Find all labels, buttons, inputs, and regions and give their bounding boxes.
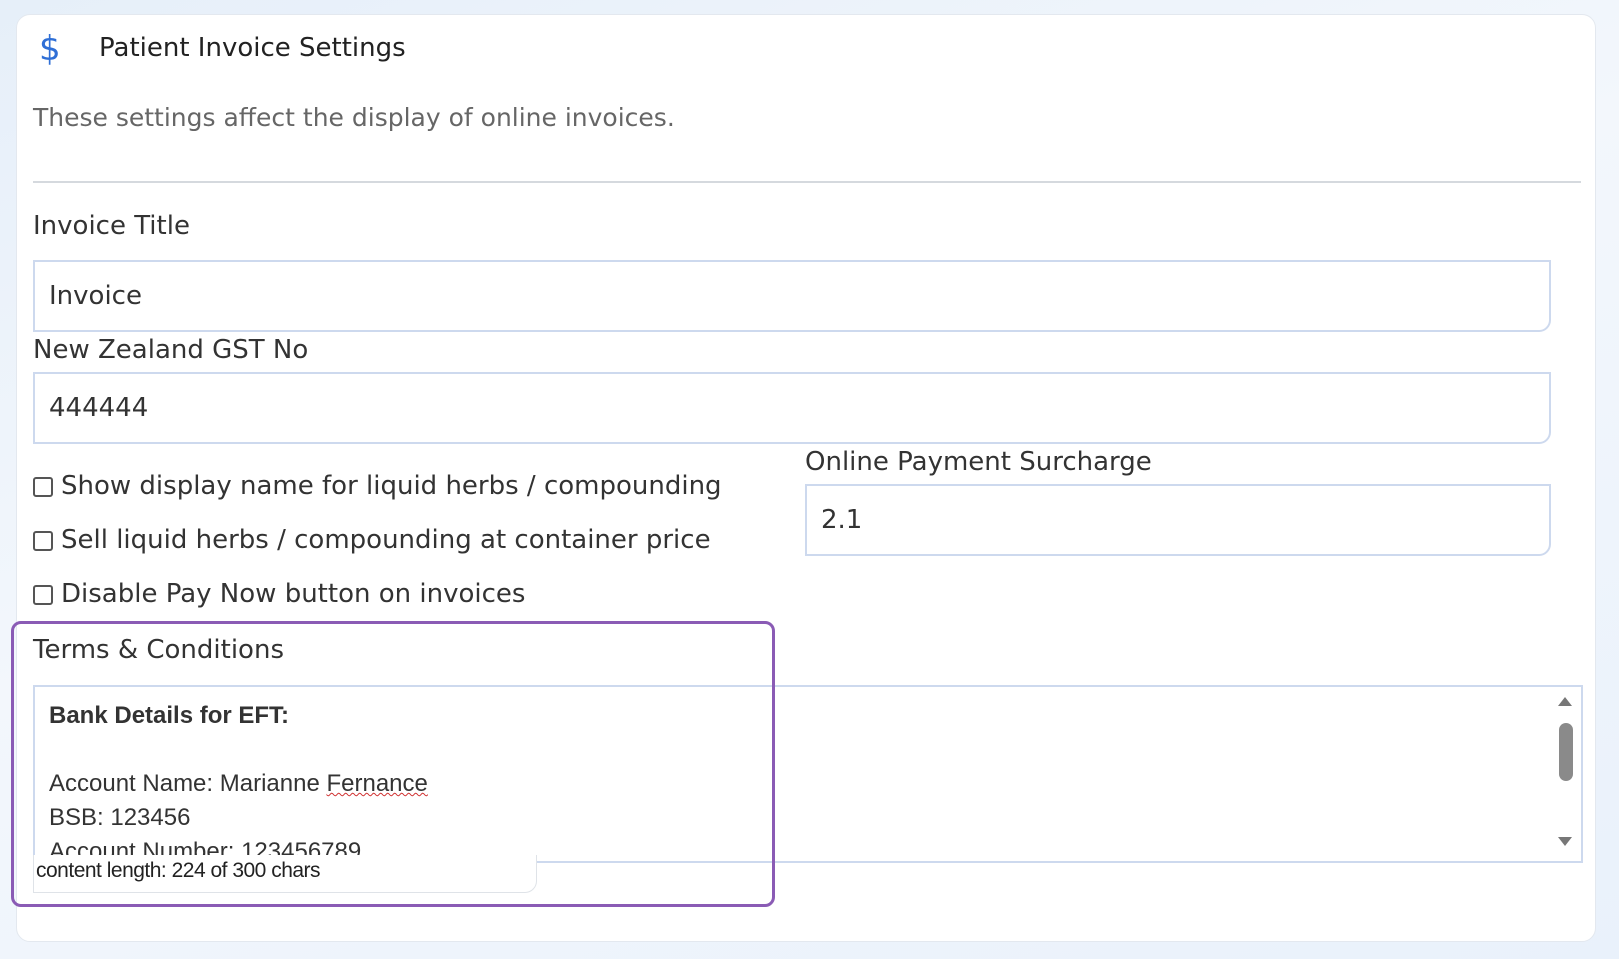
section-divider xyxy=(33,181,1581,183)
textarea-scrollbar[interactable] xyxy=(1551,687,1581,861)
checkbox-label: Sell liquid herbs / compounding at conta… xyxy=(61,525,711,555)
surcharge-input[interactable] xyxy=(805,484,1551,556)
scroll-up-arrow-icon[interactable] xyxy=(1558,697,1572,706)
gst-no-input[interactable] xyxy=(33,372,1551,444)
terms-textarea[interactable]: Bank Details for EFT: Account Name: Mari… xyxy=(33,685,1583,863)
invoice-title-input[interactable] xyxy=(33,260,1551,332)
scroll-down-arrow-icon[interactable] xyxy=(1558,837,1572,846)
content-length-counter: content length: 224 of 300 chars xyxy=(33,855,537,893)
terms-heading: Bank Details for EFT: xyxy=(49,702,290,729)
invoice-title-label: Invoice Title xyxy=(33,211,190,241)
checkbox-row-disable-pay-now[interactable]: Disable Pay Now button on invoices xyxy=(33,579,525,609)
section-title: Patient Invoice Settings xyxy=(99,33,406,63)
dollar-icon: $ xyxy=(39,29,61,69)
account-name-prefix: Account Name: Marianne xyxy=(49,770,327,797)
terms-bsb: BSB: 123456 xyxy=(49,804,191,831)
terms-account-name: Account Name: Marianne Fernance xyxy=(49,767,428,801)
checkbox[interactable] xyxy=(33,531,53,551)
checkbox-label: Disable Pay Now button on invoices xyxy=(61,579,526,609)
surcharge-label: Online Payment Surcharge xyxy=(805,447,1152,477)
section-subtitle: These settings affect the display of onl… xyxy=(33,103,675,132)
checkbox-row-container-price[interactable]: Sell liquid herbs / compounding at conta… xyxy=(33,525,711,555)
invoice-settings-card: $ Patient Invoice Settings These setting… xyxy=(16,14,1596,942)
checkbox[interactable] xyxy=(33,585,53,605)
checkbox-row-display-name[interactable]: Show display name for liquid herbs / com… xyxy=(33,471,722,501)
checkbox[interactable] xyxy=(33,477,53,497)
checkbox-label: Show display name for liquid herbs / com… xyxy=(61,471,722,501)
terms-label: Terms & Conditions xyxy=(33,635,284,665)
gst-no-label: New Zealand GST No xyxy=(33,335,309,365)
scroll-thumb[interactable] xyxy=(1559,723,1573,781)
terms-content: Bank Details for EFT: Account Name: Mari… xyxy=(49,699,428,861)
account-name-misspelled: Fernance xyxy=(326,770,428,797)
